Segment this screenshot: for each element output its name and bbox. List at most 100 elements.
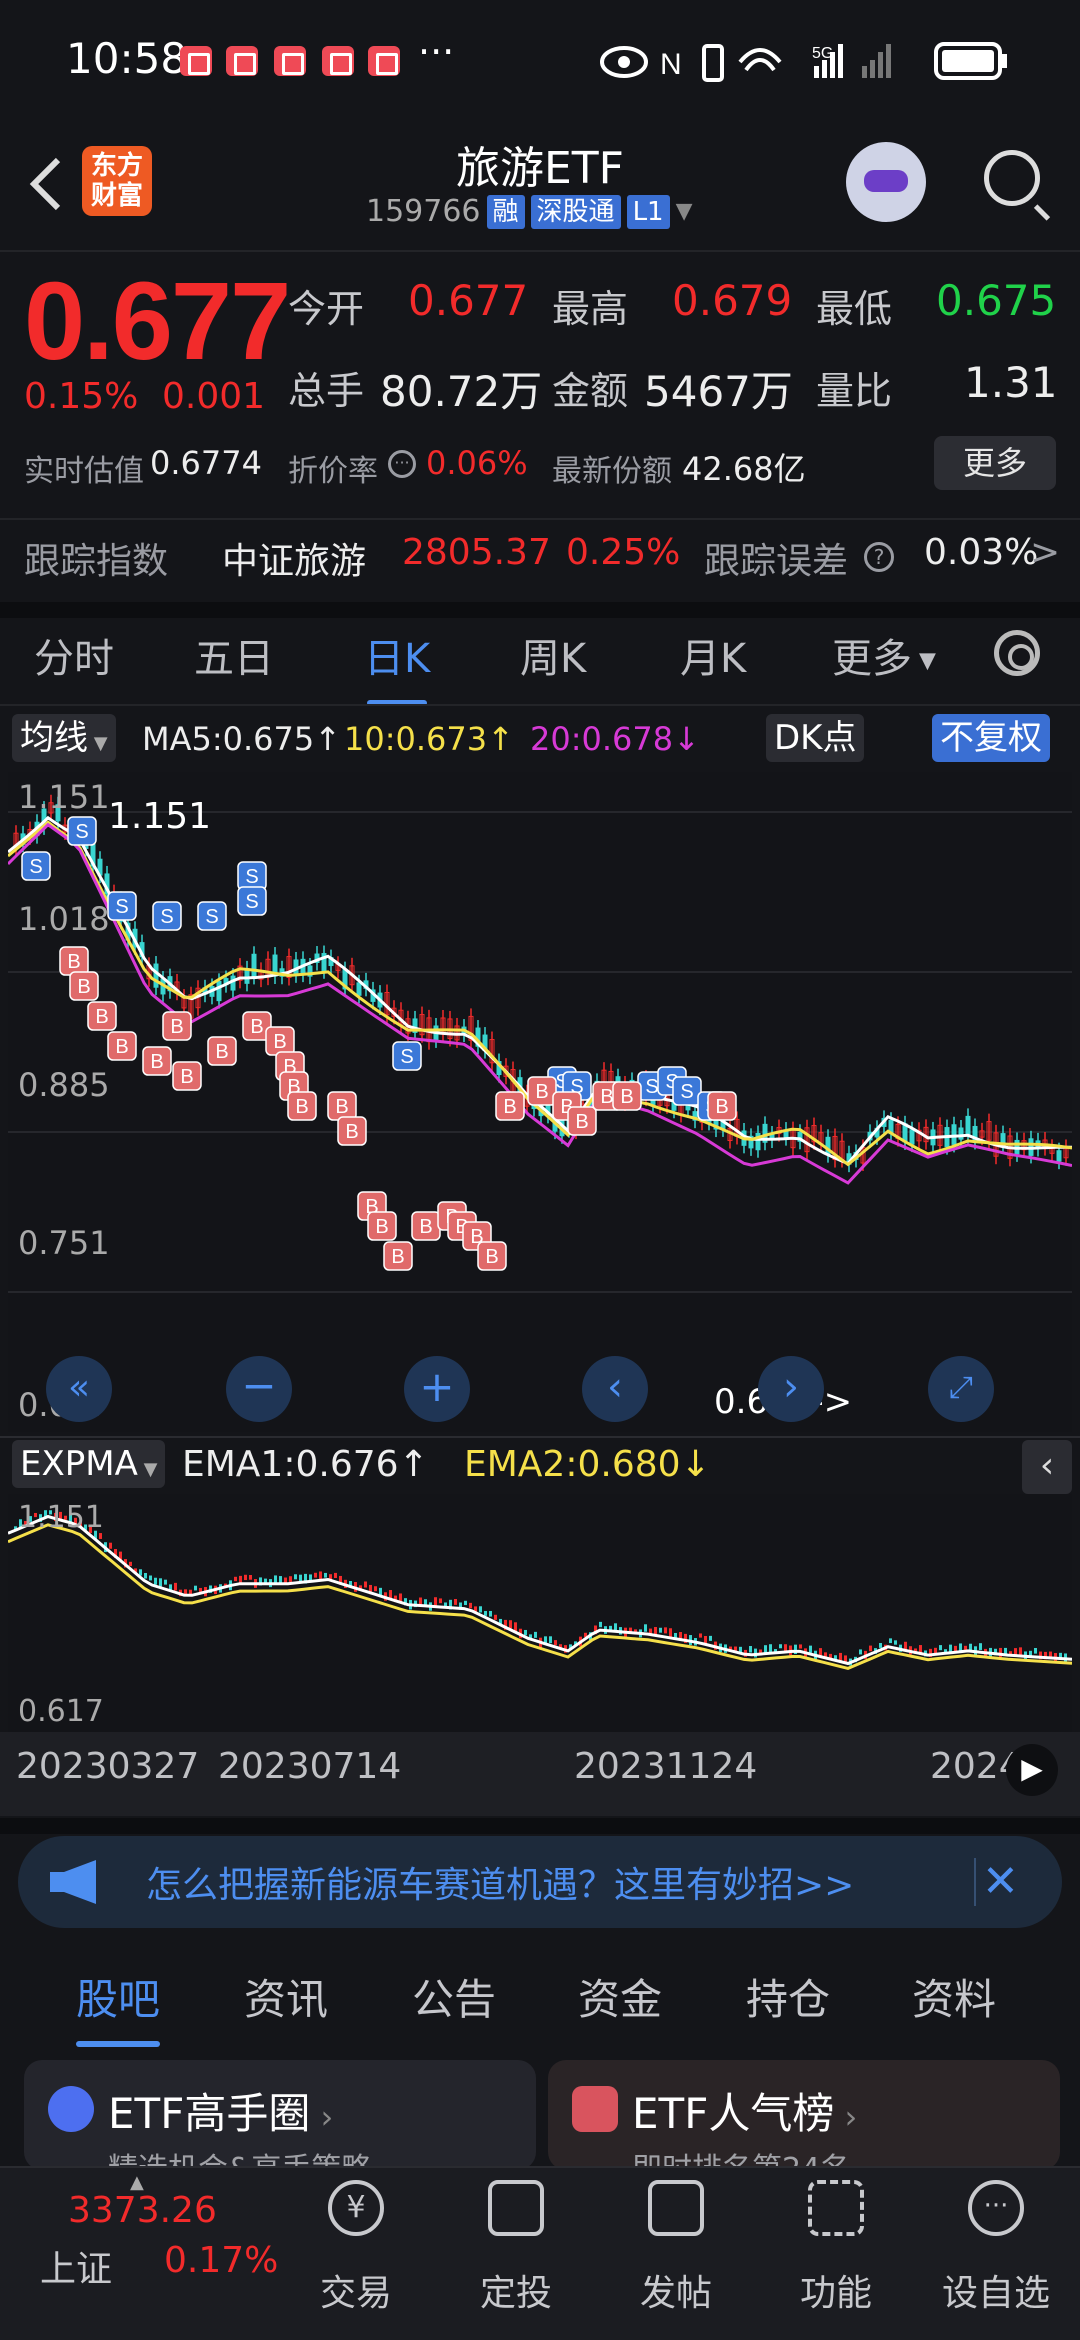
tab-intraday[interactable]: 分时 (34, 626, 114, 684)
svg-text:B: B (295, 1096, 308, 1118)
svg-text:B: B (150, 1051, 163, 1073)
candle (251, 953, 257, 977)
more-button[interactable]: 更多 (934, 436, 1056, 490)
vibrate-icon (702, 44, 724, 82)
svg-text:S: S (115, 896, 128, 918)
k-line-chart[interactable]: SSSSSSSSSSSSSSBBBBBBBBBBBBBBBBBBBBBBBBBB… (6, 772, 1073, 1432)
tab-more[interactable]: 更多 ▼ (832, 626, 936, 684)
ema-selector[interactable]: EXPMA ▼ (12, 1440, 166, 1488)
fullscreen-button[interactable]: ⤢ (928, 1356, 994, 1422)
tab-funds[interactable]: 资金 (578, 1966, 662, 2027)
adjust-button[interactable]: 不复权 (932, 714, 1050, 762)
nav-functions[interactable]: 功能 (756, 2168, 916, 2340)
edit-icon (648, 2180, 704, 2236)
buy-marker: B (207, 1036, 237, 1066)
tab-holdings[interactable]: 持仓 (746, 1966, 830, 2027)
ema-candle (279, 1576, 282, 1583)
app-notification-icon (322, 46, 354, 76)
volume-value: 80.72万 (380, 367, 543, 416)
robot-assistant-icon[interactable] (846, 142, 926, 222)
signal-icon (814, 66, 819, 78)
buy-marker: B (383, 1241, 413, 1271)
ema-candle (709, 1635, 712, 1641)
tracking-index-name[interactable]: 中证旅游 (222, 532, 366, 584)
circle-icon (48, 2086, 94, 2132)
settings-gear-icon[interactable] (994, 630, 1040, 676)
trade-icon: ¥ (328, 2180, 384, 2236)
low-value: 0.675 (936, 276, 1057, 325)
svg-text:S: S (160, 906, 173, 928)
buy-marker: B (527, 1076, 557, 1106)
nav-post[interactable]: 发帖 (596, 2168, 756, 2340)
collapse-panel-button[interactable]: ‹ (1022, 1440, 1072, 1494)
tab-daily-k[interactable]: 日K (364, 626, 430, 706)
candle (356, 982, 362, 996)
buy-marker: B (337, 1116, 367, 1146)
tab-forum[interactable]: 股吧 (76, 1966, 161, 2047)
chevron-right-icon[interactable]: > (1030, 532, 1060, 573)
svg-text:S: S (245, 891, 258, 913)
tab-announcements[interactable]: 公告 (412, 1966, 496, 2027)
nav-watchlist[interactable]: ··· 设自选 (916, 2168, 1076, 2340)
ema-candle (129, 1561, 132, 1567)
svg-text:B: B (715, 1096, 728, 1118)
etf-popularity-card[interactable]: ETF人气榜 › 即时排名第24名 (548, 2060, 1060, 2187)
svg-text:B: B (503, 1096, 516, 1118)
promo-banner[interactable]: 怎么把握新能源车赛道机遇？这里有妙招>> ✕ (18, 1836, 1062, 1928)
tab-news[interactable]: 资讯 (244, 1966, 328, 2027)
svg-text:B: B (620, 1086, 633, 1108)
info-icon[interactable]: ··· (388, 450, 416, 478)
volume-ratio-value: 1.31 (964, 358, 1058, 407)
buy-marker: B (59, 946, 89, 976)
close-icon[interactable]: ✕ (982, 1856, 1019, 1907)
ema-candle (244, 1574, 247, 1581)
ema-candle (484, 1610, 487, 1616)
candle (951, 1124, 957, 1145)
ema1-value: EMA1:0.676↑ (182, 1444, 429, 1485)
ema-candle (194, 1585, 197, 1591)
sh-index-value[interactable]: 3373.26 (68, 2190, 217, 2231)
nav-trade[interactable]: ¥ 交易 (276, 2168, 436, 2340)
next-button[interactable]: › (758, 1356, 824, 1422)
tab-monthly-k[interactable]: 月K (680, 626, 746, 684)
zoom-out-button[interactable]: − (226, 1356, 292, 1422)
prev-button[interactable]: ‹ (582, 1356, 648, 1422)
ema-svg (7, 1510, 1073, 1670)
buy-marker: B (477, 1241, 507, 1271)
sell-marker: S (67, 816, 97, 846)
play-forward-icon[interactable]: ▶ (1006, 1744, 1058, 1796)
ema-candle (1029, 1650, 1032, 1656)
level-tag: L1 (626, 194, 670, 229)
search-icon[interactable] (984, 150, 1040, 206)
candle (216, 980, 222, 1002)
sh-index-change: 0.17% (164, 2240, 279, 2281)
dk-point-button[interactable]: DK点 (766, 714, 865, 762)
scroll-left-button[interactable]: « (46, 1356, 112, 1422)
iopv-value: 0.6774 (150, 444, 262, 482)
tab-weekly-k[interactable]: 周K (520, 626, 586, 684)
etf-expert-circle-card[interactable]: ETF高手圈 › 精选机会&高手策略 (24, 2060, 536, 2187)
indicator-selector[interactable]: 均线 ▼ (12, 714, 116, 762)
app-notification-icon (180, 46, 212, 76)
ema2-value: EMA2:0.680↓ (464, 1444, 711, 1485)
stock-code-row[interactable]: 159766 融 深股通 L1 ▼ (366, 194, 693, 229)
svg-text:B: B (67, 951, 80, 973)
ema-candle (869, 1645, 872, 1652)
volume-ratio-label: 量比 (816, 369, 893, 413)
buy-marker: B (162, 1011, 192, 1041)
tab-five-day[interactable]: 五日 (194, 626, 274, 684)
help-icon[interactable]: ? (864, 542, 894, 572)
margin-tag: 融 (486, 194, 525, 229)
volume-label: 总手 (288, 369, 365, 413)
high-annotation: 1.151 (108, 796, 212, 837)
axis-label: 1.151 (18, 778, 110, 816)
nav-invest-plan[interactable]: 定投 (436, 2168, 596, 2340)
ema-chart[interactable]: 1.151 0.617 (7, 1494, 1073, 1732)
ema-candle (159, 1578, 162, 1587)
ema-candle (1034, 1648, 1037, 1654)
grid-icon (808, 2180, 864, 2236)
ema-candle (294, 1574, 297, 1580)
tab-profile[interactable]: 资料 (912, 1966, 996, 2027)
zoom-in-button[interactable]: + (404, 1356, 470, 1422)
status-bar: 10:58 ··· N 5G (0, 0, 1080, 120)
